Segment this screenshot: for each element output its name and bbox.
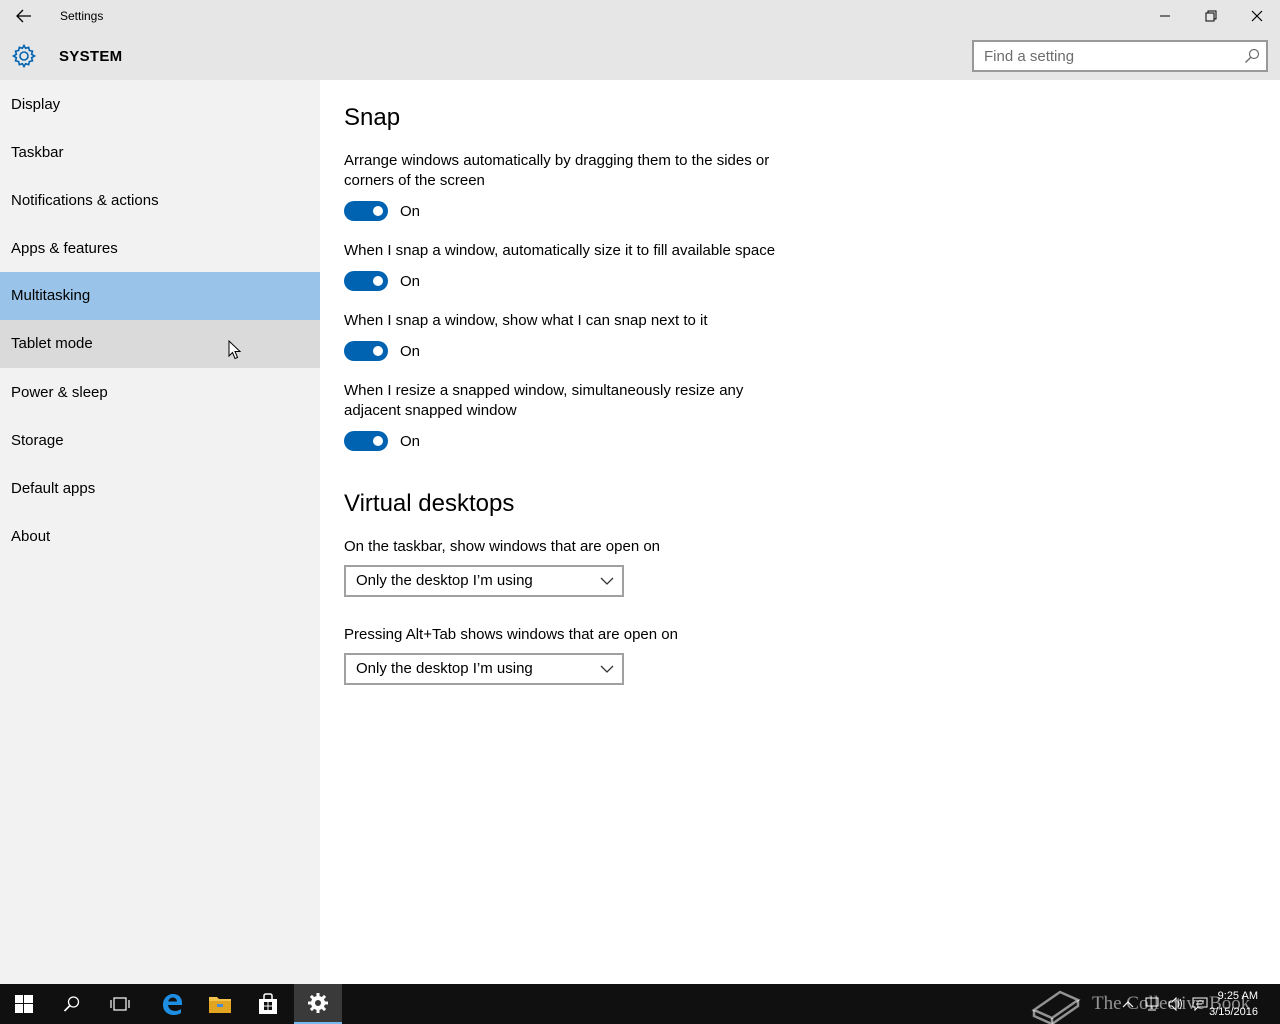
settings-header: SYSTEM xyxy=(0,32,1280,80)
sidebar-item-apps-features[interactable]: Apps & features xyxy=(0,225,320,273)
snap-setting-2-toggle-row[interactable]: On xyxy=(344,271,420,291)
task-view-icon xyxy=(110,997,130,1011)
store-bag-icon xyxy=(259,993,277,1014)
sidebar-item-multitasking[interactable]: Multitasking xyxy=(0,272,320,320)
snap-setting-2-description: When I snap a window, automatically size… xyxy=(344,242,776,259)
mouse-cursor-icon xyxy=(228,340,242,360)
close-icon xyxy=(1251,10,1263,22)
book-logo-icon xyxy=(1031,990,1081,1024)
sidebar-item-power-sleep[interactable]: Power & sleep xyxy=(0,369,320,417)
search-icon[interactable] xyxy=(1244,48,1260,64)
chevron-down-icon xyxy=(600,665,614,673)
back-button[interactable] xyxy=(0,0,48,32)
alttab-windows-dropdown[interactable]: Only the desktop I’m using xyxy=(344,653,624,685)
snap-arrange-toggle[interactable] xyxy=(344,201,388,221)
toggle-state-label: On xyxy=(400,272,421,290)
snap-setting-3-toggle-row[interactable]: On xyxy=(344,341,420,361)
virtual-desktops-heading: Virtual desktops xyxy=(344,490,515,517)
edge-browser-button[interactable] xyxy=(148,984,196,1024)
minimize-button[interactable] xyxy=(1142,0,1188,32)
sidebar-item-about[interactable]: About xyxy=(0,513,320,561)
toggle-state-label: On xyxy=(400,202,421,220)
back-arrow-icon xyxy=(16,9,31,23)
sidebar-item-default-apps[interactable]: Default apps xyxy=(0,465,320,513)
sidebar-item-taskbar[interactable]: Taskbar xyxy=(0,129,320,177)
watermark: The Collective Book xyxy=(1030,984,1250,1024)
sidebar-item-tablet-mode[interactable]: Tablet mode xyxy=(0,320,320,368)
snap-fill-space-toggle[interactable] xyxy=(344,271,388,291)
snap-setting-4-description: When I resize a snapped window, simultan… xyxy=(344,382,744,419)
snap-setting-3-description: When I snap a window, show what I can sn… xyxy=(344,312,708,329)
snap-resize-toggle[interactable] xyxy=(344,431,388,451)
snap-setting-1-toggle-row[interactable]: On xyxy=(344,201,420,221)
search-box[interactable] xyxy=(972,40,1268,72)
watermark-text: The Collective Book xyxy=(1092,993,1251,1014)
windows-logo-icon xyxy=(15,995,33,1013)
taskbar-windows-dropdown[interactable]: Only the desktop I’m using xyxy=(344,565,624,597)
page-title: SYSTEM xyxy=(59,48,123,65)
restore-button[interactable] xyxy=(1188,0,1234,32)
search-icon xyxy=(63,996,80,1012)
search-input[interactable] xyxy=(984,47,1234,65)
close-button[interactable] xyxy=(1234,0,1280,32)
settings-taskbar-button[interactable] xyxy=(294,984,342,1024)
folder-icon xyxy=(209,997,231,1013)
gear-icon xyxy=(11,43,37,69)
minimize-icon xyxy=(1160,15,1170,17)
snap-assist-toggle[interactable] xyxy=(344,341,388,361)
snap-heading: Snap xyxy=(344,104,401,131)
sidebar: Display Taskbar Notifications & actions … xyxy=(0,80,320,984)
file-explorer-button[interactable] xyxy=(196,984,244,1024)
toggle-state-label: On xyxy=(400,342,421,360)
edge-icon xyxy=(163,994,182,1015)
taskbar-windows-value: Only the desktop I’m using xyxy=(356,572,533,589)
sidebar-item-storage[interactable]: Storage xyxy=(0,417,320,465)
title-bar: Settings xyxy=(0,0,1280,32)
task-view-button[interactable] xyxy=(96,984,144,1024)
taskbar-windows-label: On the taskbar, show windows that are op… xyxy=(344,538,661,555)
snap-setting-1-description: Arrange windows automatically by draggin… xyxy=(344,152,770,189)
window-title: Settings xyxy=(60,9,104,23)
store-button[interactable] xyxy=(244,984,292,1024)
alttab-windows-value: Only the desktop I’m using xyxy=(356,660,533,677)
start-button[interactable] xyxy=(0,984,48,1024)
search-taskbar-button[interactable] xyxy=(48,984,96,1024)
restore-icon xyxy=(1205,10,1217,22)
chevron-down-icon xyxy=(600,577,614,585)
gear-icon xyxy=(308,993,328,1013)
toggle-state-label: On xyxy=(400,432,421,450)
alttab-windows-label: Pressing Alt+Tab shows windows that are … xyxy=(344,626,678,643)
sidebar-item-display[interactable]: Display xyxy=(0,81,320,129)
main-content: Snap Arrange windows automatically by dr… xyxy=(320,80,1280,984)
sidebar-item-notifications[interactable]: Notifications & actions xyxy=(0,177,320,225)
snap-setting-4-toggle-row[interactable]: On xyxy=(344,431,420,451)
